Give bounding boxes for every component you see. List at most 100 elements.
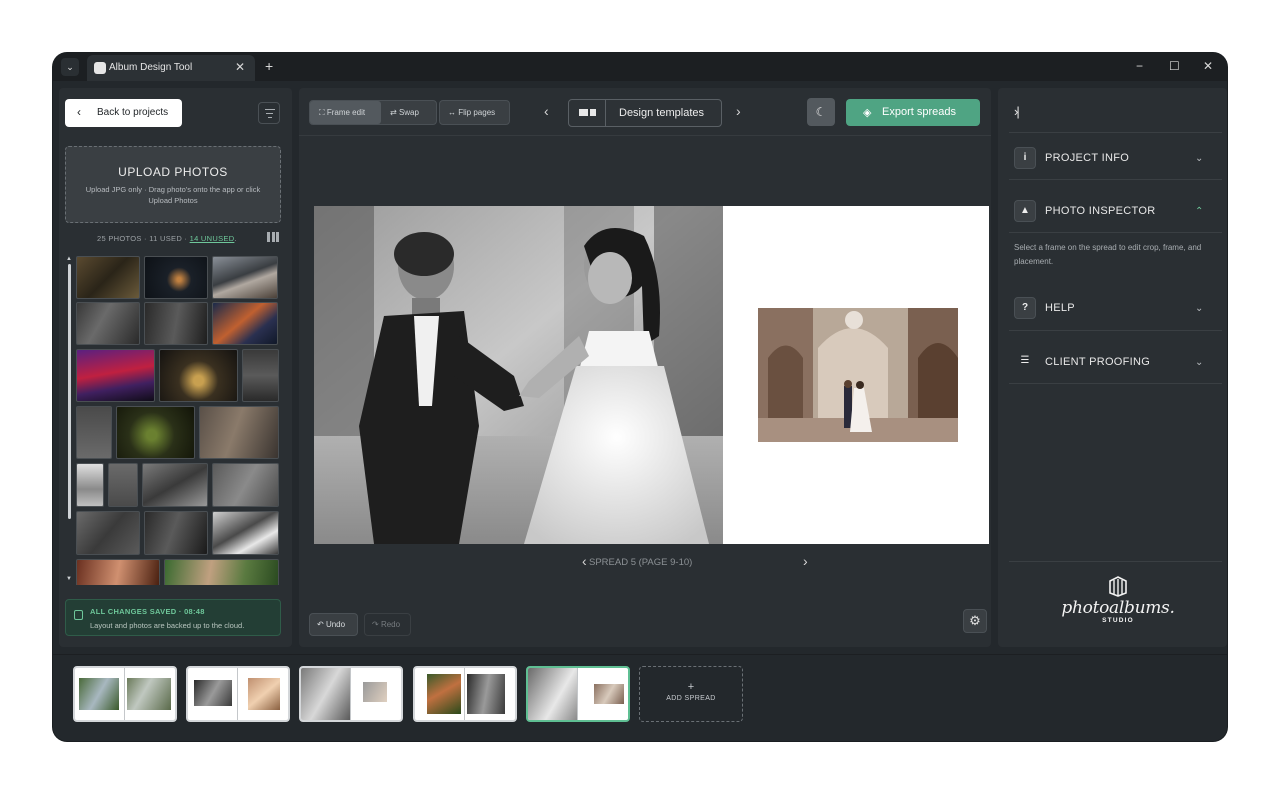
prev-template-chevron-icon[interactable]: ‹ <box>544 103 549 119</box>
photo-thumbnail[interactable] <box>76 256 140 299</box>
photo-thumbnail[interactable] <box>199 406 279 459</box>
undo-icon: ↶ <box>317 620 324 629</box>
filter-icon <box>265 109 275 110</box>
upload-photos-dropzone[interactable]: UPLOAD PHOTOS Upload JPG only · Drag pho… <box>65 146 281 223</box>
photo-list-scrollbar[interactable]: ▲ ▼ <box>66 256 72 584</box>
photo-thumbnail[interactable] <box>116 406 195 459</box>
back-to-projects-label: Back to projects <box>97 107 169 118</box>
grid-view-icon[interactable] <box>267 232 279 242</box>
section-divider <box>1009 561 1222 562</box>
layers-icon: ◈ <box>863 107 872 119</box>
photo-thumbnail[interactable] <box>242 349 279 402</box>
add-spread-label: ADD SPREAD <box>666 695 716 702</box>
close-window-button[interactable]: ✕ <box>1203 59 1213 73</box>
photo-thumbnail[interactable] <box>212 256 278 299</box>
spread-thumbnail-2[interactable] <box>186 666 290 722</box>
flip-pages-button[interactable]: ↔ Flip pages <box>439 100 510 125</box>
frame-edit-icon: ⛶ <box>319 108 325 117</box>
frame-edit-button[interactable]: ⛶ Frame edit <box>310 101 381 124</box>
photo-thumbnail[interactable] <box>76 349 155 402</box>
section-divider <box>1009 232 1222 233</box>
undo-button[interactable]: ↶ Undo <box>309 613 358 636</box>
scroll-down-arrow-icon[interactable]: ▼ <box>66 576 72 582</box>
unused-photos-link[interactable]: 14 UNUSED <box>190 234 235 243</box>
spread-thumbnail-3[interactable] <box>299 666 403 722</box>
info-icon: i <box>1014 147 1036 169</box>
album-spread <box>314 206 989 544</box>
help-question-icon: ? <box>1014 297 1036 319</box>
back-to-projects-button[interactable]: ‹ Back to projects <box>65 99 182 127</box>
next-spread-chevron-icon[interactable]: › <box>803 553 808 569</box>
photo-thumbnail[interactable] <box>142 463 208 507</box>
new-tab-plus-icon[interactable]: + <box>265 58 273 74</box>
scroll-up-arrow-icon[interactable]: ▲ <box>66 256 72 262</box>
inspector-sidebar: ›| i PROJECT INFO ⌄ ▲ PHOTO INSPECTOR ⌃ … <box>998 88 1227 647</box>
flip-arrows-icon: ↔ <box>448 108 456 117</box>
filmstrip-divider <box>53 654 1227 655</box>
chevron-down-icon: ⌄ <box>1195 357 1204 368</box>
photo-thumbnail[interactable] <box>76 511 140 555</box>
album-stack-icon <box>1107 575 1129 597</box>
design-templates-label: Design templates <box>619 107 704 119</box>
photos-sidebar: ‹ Back to projects UPLOAD PHOTOS Upload … <box>59 88 292 647</box>
photo-thumbnail[interactable] <box>144 256 208 299</box>
help-title: HELP <box>1045 302 1075 314</box>
save-status-banner: ALL CHANGES SAVED · 08:48 Layout and pho… <box>65 599 281 636</box>
spread-thumbnail-4[interactable] <box>413 666 517 722</box>
export-spreads-label: Export spreads <box>882 106 956 118</box>
photo-thumbnail[interactable] <box>159 349 238 402</box>
client-proofing-title: CLIENT PROOFING <box>1045 356 1151 368</box>
redo-icon: ↷ <box>372 620 379 629</box>
abbey-ruins-photo <box>758 308 958 442</box>
photo-thumbnail[interactable] <box>76 406 112 459</box>
swap-button[interactable]: ⇄ Swap <box>383 101 435 124</box>
spread-thumbnail-1[interactable] <box>73 666 177 722</box>
photo-thumbnail[interactable] <box>144 302 208 345</box>
chevron-left-icon: ‹ <box>77 105 81 119</box>
photo-thumbnail[interactable] <box>76 302 140 345</box>
tab-menu-chevron-icon[interactable]: ⌄ <box>61 58 79 76</box>
dark-mode-moon-icon[interactable]: ☾ <box>807 98 835 126</box>
scroll-thumb[interactable] <box>68 264 71 519</box>
settings-gear-icon[interactable]: ⚙ <box>963 609 987 633</box>
tab-close-icon[interactable]: ✕ <box>235 60 245 74</box>
photo-thumbnail[interactable] <box>76 463 104 507</box>
template-layout-icon <box>569 100 606 126</box>
right-page-photo-frame[interactable] <box>758 308 958 442</box>
design-templates-button[interactable]: Design templates <box>568 99 722 127</box>
photo-thumbnail[interactable] <box>144 511 208 555</box>
photo-inspector-title: PHOTO INSPECTOR <box>1045 205 1156 217</box>
photo-thumbnail[interactable] <box>108 463 138 507</box>
section-divider <box>1009 132 1222 133</box>
save-status-title: ALL CHANGES SAVED · 08:48 <box>90 607 205 616</box>
minimize-button[interactable]: − <box>1136 59 1143 73</box>
left-page-photo-frame[interactable] <box>314 206 723 544</box>
prev-spread-chevron-icon[interactable]: ‹ <box>582 553 587 569</box>
photo-thumbnail[interactable] <box>212 511 279 555</box>
upload-photos-title: UPLOAD PHOTOS <box>118 165 228 179</box>
redo-button[interactable]: ↷ Redo <box>364 613 411 636</box>
plus-icon: + <box>687 681 695 693</box>
photo-thumbnail[interactable] <box>212 463 279 507</box>
spread-page-label: SPREAD 5 (PAGE 9-10) <box>589 557 693 568</box>
photo-thumbnail[interactable] <box>164 559 279 585</box>
spread-thumbnail-5-active[interactable] <box>526 666 630 722</box>
add-spread-button[interactable]: + ADD SPREAD <box>639 666 743 722</box>
export-spreads-button[interactable]: ◈ Export spreads <box>846 99 980 126</box>
photoalbums-studio-logo: photoalbums. STUDIO <box>1048 575 1188 624</box>
section-divider <box>1009 330 1222 331</box>
photo-thumbnail[interactable] <box>76 559 160 585</box>
toolbar-divider <box>299 135 991 136</box>
swap-icon: ⇄ <box>390 108 397 117</box>
photo-thumbnail[interactable] <box>212 302 278 345</box>
title-bar: ⌄ Album Design Tool ✕ + − ☐ ✕ <box>53 53 1227 81</box>
app-window: ⌄ Album Design Tool ✕ + − ☐ ✕ ‹ Back to … <box>53 53 1227 741</box>
collapse-panel-icon[interactable]: ›| <box>1014 104 1020 119</box>
chevron-down-icon: ⌄ <box>1195 153 1204 164</box>
browser-tab[interactable]: Album Design Tool ✕ <box>87 55 255 81</box>
maximize-button[interactable]: ☐ <box>1169 59 1180 73</box>
image-icon: ▲ <box>1014 200 1036 222</box>
next-template-chevron-icon[interactable]: › <box>736 103 741 119</box>
filter-button[interactable] <box>258 102 280 124</box>
upload-photos-description: Upload JPG only · Drag photo's onto the … <box>85 185 261 205</box>
